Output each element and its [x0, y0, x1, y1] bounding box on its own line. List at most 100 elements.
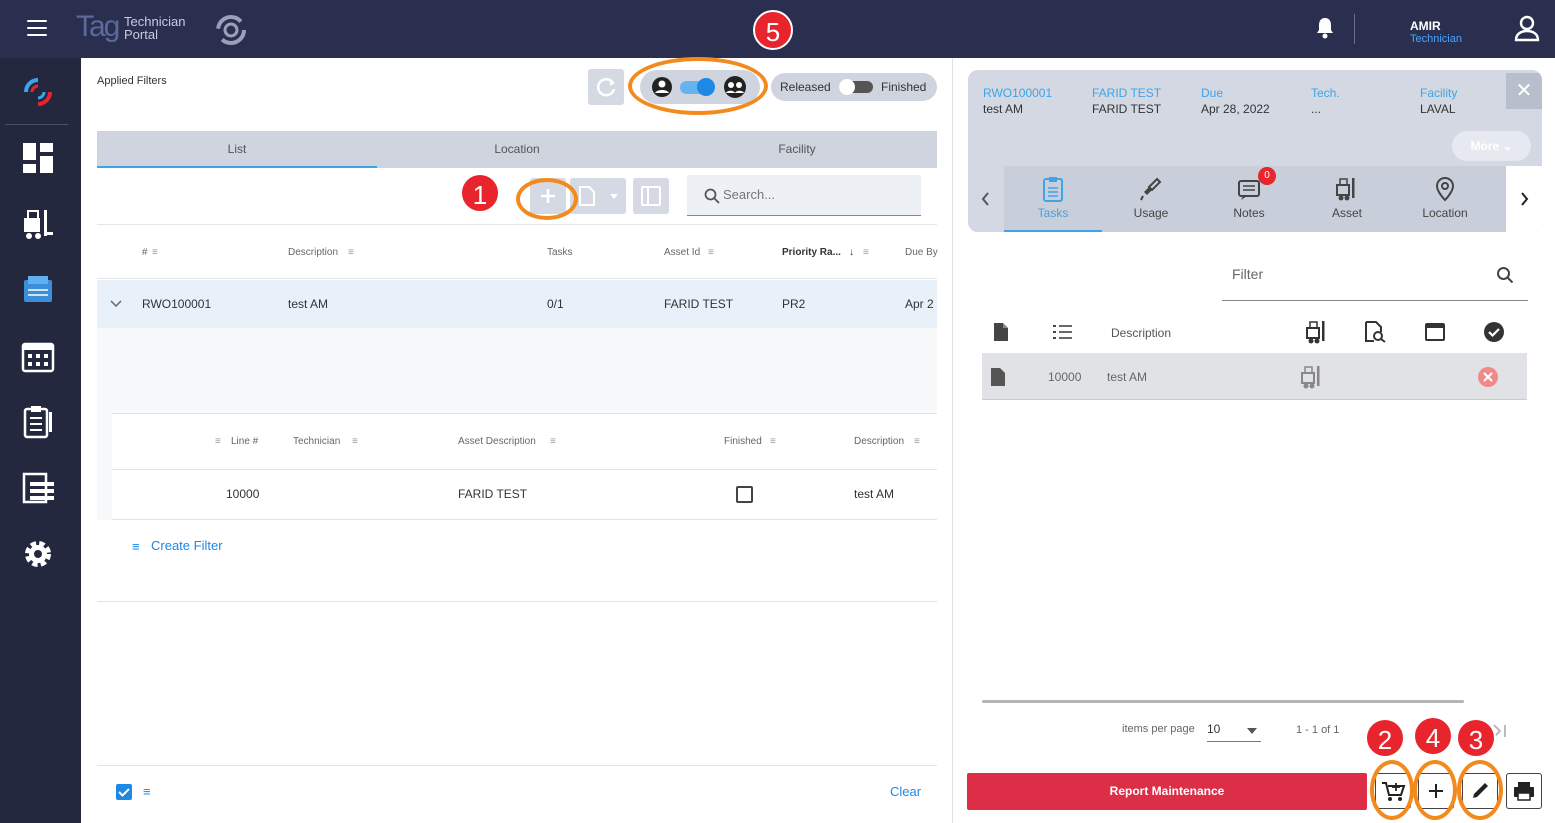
tab-asset[interactable]: Asset: [1298, 166, 1396, 232]
numbered-list-icon: [1053, 325, 1072, 339]
pagination-range: 1 - 1 of 1: [1296, 724, 1340, 736]
horizontal-scrollbar[interactable]: [982, 700, 1464, 703]
tab-notes[interactable]: 0 Notes: [1200, 166, 1298, 232]
layout-icon: [641, 186, 661, 206]
sub-col-asset-description[interactable]: Asset Description: [458, 436, 536, 447]
chevron-down-icon[interactable]: [110, 299, 122, 309]
document-icon: [991, 368, 1005, 386]
col-num[interactable]: #: [142, 247, 148, 258]
filter-icon[interactable]: ≡: [550, 436, 556, 447]
layout-button[interactable]: [633, 178, 669, 214]
user-name[interactable]: AMIR: [1410, 19, 1441, 33]
sidebar-separator: [5, 124, 68, 125]
sub-col-technician[interactable]: Technician: [293, 436, 340, 447]
filter-icon[interactable]: ≡: [770, 436, 776, 447]
tab-usage[interactable]: Usage: [1102, 166, 1200, 232]
summary-value-due: Apr 28, 2022: [1201, 102, 1270, 116]
summary-label-asset: FARID TEST: [1092, 86, 1162, 100]
filter-icon[interactable]: ≡: [708, 247, 714, 258]
cancel-circle-icon[interactable]: [1477, 366, 1499, 388]
brand-swirl-icon[interactable]: [20, 74, 56, 110]
filter-icon[interactable]: ≡: [152, 247, 158, 258]
sort-down-icon[interactable]: ↓: [849, 247, 854, 258]
col-priority[interactable]: Priority Ra...: [782, 247, 841, 258]
user-role: Technician: [1410, 33, 1462, 45]
filter-icon[interactable]: ≡: [215, 436, 221, 447]
col-due-by[interactable]: Due By: [905, 247, 938, 258]
search-icon[interactable]: [1496, 266, 1514, 284]
col-asset-id[interactable]: Asset Id: [664, 247, 700, 258]
panel-divider: [952, 58, 953, 823]
tab-location[interactable]: Location: [1396, 166, 1494, 232]
sub-cell-line: 10000: [226, 487, 260, 501]
summary-label-due: Due: [1201, 86, 1224, 100]
forklift-icon[interactable]: [1300, 365, 1326, 389]
select-all-checkbox[interactable]: [116, 784, 132, 800]
sub-table-row[interactable]: 10000 FARID TEST test AM: [112, 470, 937, 520]
task-row[interactable]: 10000 test AM: [982, 353, 1527, 400]
sub-cell-description: test AM: [854, 487, 895, 501]
forklift-icon[interactable]: [20, 206, 56, 242]
tab-location-label: Location: [1422, 206, 1468, 220]
user-icon[interactable]: [1513, 14, 1541, 42]
more-button[interactable]: More ⌄: [1452, 131, 1531, 161]
annotation-ring-5: [628, 57, 768, 115]
released-label: Released: [780, 80, 831, 94]
finished-checkbox[interactable]: [736, 486, 753, 503]
filter-icon[interactable]: ≡: [863, 247, 869, 258]
applied-filters-label: Applied Filters: [97, 75, 167, 87]
checklist-icon[interactable]: [20, 404, 56, 440]
filter-icon[interactable]: ≡: [132, 539, 140, 554]
search-box[interactable]: [687, 175, 921, 216]
close-icon[interactable]: ✕: [1506, 73, 1542, 109]
task-col-description[interactable]: Description: [1111, 326, 1171, 340]
refresh-button[interactable]: [588, 69, 624, 105]
spark-plug-icon: [1140, 177, 1162, 201]
print-button[interactable]: [1506, 773, 1542, 809]
released-finished-toggle[interactable]: Released Finished: [771, 73, 937, 101]
cell-asset-id: FARID TEST: [664, 297, 734, 311]
filter-icon[interactable]: ≡: [143, 784, 151, 799]
logo-tag-text: Tag: [76, 10, 120, 43]
sub-grid-header: ≡ Line # Technician ≡ Asset Description …: [112, 413, 937, 470]
chevron-left-icon: [981, 192, 989, 206]
tabs-next-button[interactable]: [1506, 166, 1542, 232]
col-tasks[interactable]: Tasks: [547, 247, 573, 258]
annotation-badge-5: 5: [753, 10, 793, 50]
tab-location[interactable]: Location: [377, 131, 657, 168]
summary-value-facility: LAVAL: [1420, 102, 1456, 116]
search-icon: [704, 188, 720, 204]
gear-icon[interactable]: [20, 536, 56, 572]
logo-sub-2: Portal: [124, 27, 158, 42]
create-filter-link[interactable]: Create Filter: [151, 538, 223, 553]
summary-value-asset: FARID TEST: [1092, 102, 1162, 116]
tabs-prev-button[interactable]: [968, 166, 1004, 232]
filter-icon[interactable]: ≡: [914, 436, 920, 447]
tab-facility[interactable]: Facility: [657, 131, 937, 168]
reports-icon[interactable]: [20, 470, 56, 506]
cell-due-by: Apr 2: [905, 297, 934, 311]
bell-icon[interactable]: [1314, 16, 1336, 40]
export-button[interactable]: [570, 178, 626, 214]
tab-tasks[interactable]: Tasks: [1004, 166, 1102, 232]
filter-icon[interactable]: ≡: [348, 247, 354, 258]
released-switch[interactable]: [837, 78, 875, 96]
work-orders-icon[interactable]: [20, 272, 56, 308]
dashboard-icon[interactable]: [20, 140, 56, 176]
annotation-badge-4: 4: [1413, 716, 1453, 756]
sub-col-description[interactable]: Description: [854, 436, 904, 447]
calendar-icon[interactable]: [20, 338, 56, 374]
topbar-divider: [1354, 14, 1355, 44]
items-per-page-select[interactable]: 10: [1207, 722, 1261, 742]
sub-col-line[interactable]: Line #: [231, 436, 258, 447]
hamburger-menu-icon[interactable]: [27, 20, 47, 36]
tab-list[interactable]: List: [97, 131, 377, 168]
clear-link[interactable]: Clear: [890, 784, 921, 799]
col-description[interactable]: Description: [288, 247, 338, 258]
filter-icon[interactable]: ≡: [352, 436, 358, 447]
table-row[interactable]: RWO100001 test AM 0/1 FARID TEST PR2 Apr…: [97, 280, 937, 328]
search-input[interactable]: [723, 187, 903, 202]
sub-col-finished[interactable]: Finished: [724, 436, 762, 447]
report-maintenance-button[interactable]: Report Maintenance: [967, 773, 1367, 810]
task-filter-label[interactable]: Filter: [1232, 266, 1263, 282]
